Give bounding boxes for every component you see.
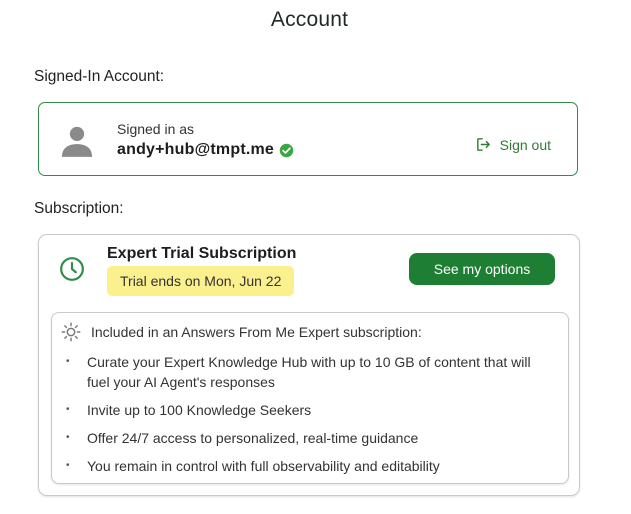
feature-item: • You remain in control with full observ…: [66, 456, 556, 476]
sign-out-label: Sign out: [499, 136, 551, 153]
features-heading: Included in an Answers From Me Expert su…: [91, 324, 422, 340]
feature-text: You remain in control with full observab…: [87, 458, 440, 474]
check-circle-icon: [279, 143, 294, 157]
subscription-label: Subscription:: [34, 200, 124, 217]
features-panel: Included in an Answers From Me Expert su…: [51, 312, 569, 484]
email-row: andy+hub@tmpt.me: [117, 141, 294, 159]
feature-text: Invite up to 100 Knowledge Seekers: [87, 402, 312, 418]
clock-icon: [60, 257, 84, 281]
signed-in-as-label: Signed in as: [117, 121, 195, 137]
feature-item: • Offer 24/7 access to personalized, rea…: [66, 428, 556, 448]
trial-badge: Trial ends on Mon, Jun 22: [107, 266, 295, 296]
sun-icon: [61, 322, 81, 342]
logout-icon: [476, 138, 490, 151]
feature-item: • Curate your Expert Knowledge Hub with …: [66, 352, 556, 392]
feature-list: • Curate your Expert Knowledge Hub with …: [66, 352, 556, 484]
bullet-icon: •: [66, 432, 70, 443]
plan-name: Expert Trial Subscription: [107, 245, 297, 262]
bullet-icon: •: [66, 404, 70, 415]
bullet-icon: •: [66, 460, 70, 471]
feature-text: Curate your Expert Knowledge Hub with up…: [87, 354, 531, 390]
sign-out-button[interactable]: Sign out: [475, 136, 551, 153]
account-email: andy+hub@tmpt.me: [117, 141, 275, 158]
signed-in-account-label: Signed-In Account:: [34, 68, 165, 85]
page-title: Account: [270, 8, 349, 31]
account-card: Signed in as andy+hub@tmpt.me Sign out: [38, 102, 578, 176]
feature-text: Offer 24/7 access to personalized, real-…: [87, 430, 419, 446]
see-my-options-button[interactable]: See my options: [409, 253, 555, 285]
person-icon: [61, 126, 93, 157]
bullet-icon: •: [66, 356, 70, 367]
feature-item: • Invite up to 100 Knowledge Seekers: [66, 400, 556, 420]
subscription-card: Expert Trial Subscription Trial ends on …: [38, 234, 580, 496]
